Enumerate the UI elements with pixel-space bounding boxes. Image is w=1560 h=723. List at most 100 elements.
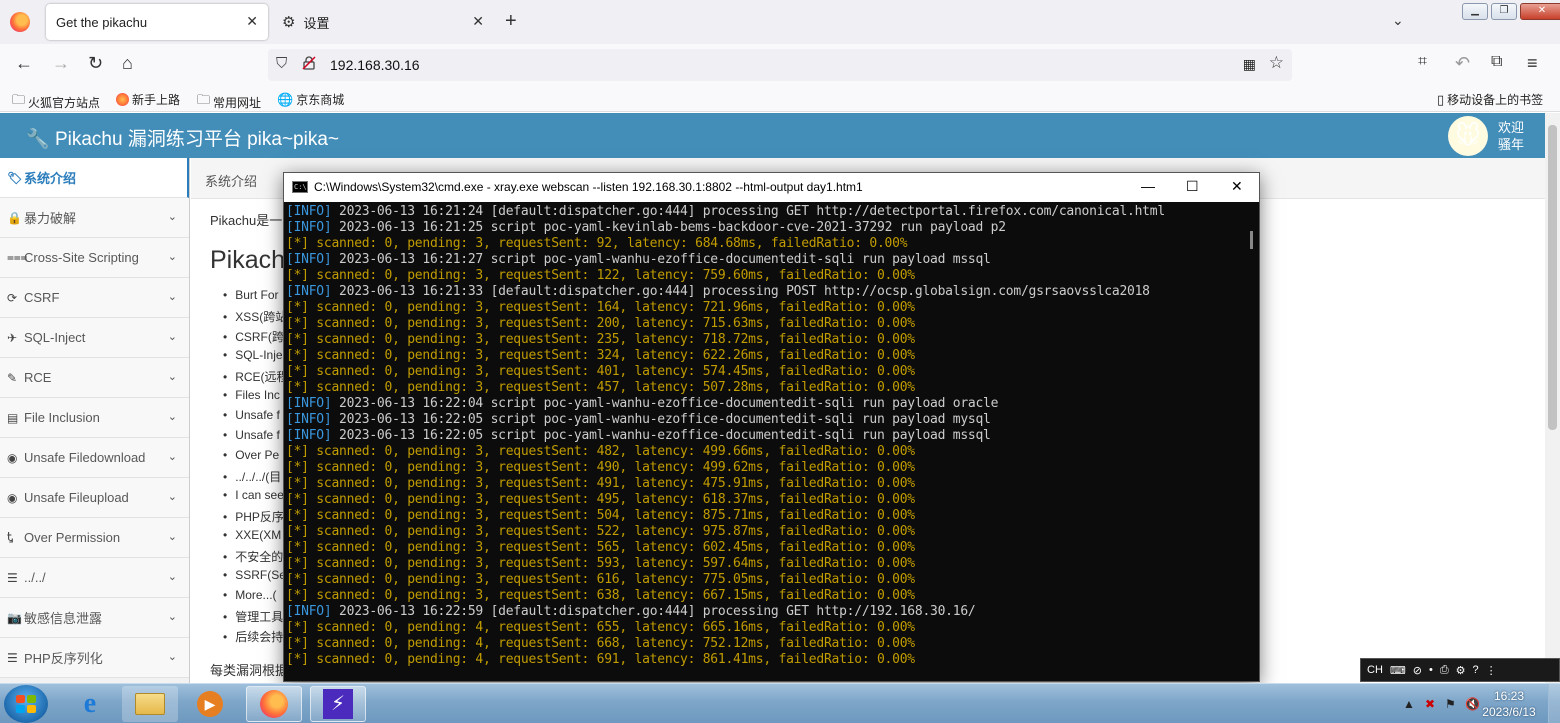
minimize-button[interactable]: —	[1141, 178, 1155, 194]
close-button[interactable]: ✕	[1231, 178, 1243, 195]
sidebar-item-file-inclusion[interactable]: ▤ File Inclusion ⌄	[0, 398, 189, 438]
language-bar[interactable]: CH ⌨ ⊘ • ⎙ ⚙ ? ⋮	[1360, 658, 1560, 682]
undo-icon[interactable]: ↶	[1455, 53, 1470, 74]
user-welcome[interactable]: 欢迎 骚年	[1498, 119, 1524, 153]
star-icon[interactable]: ☆	[1269, 53, 1284, 73]
qr-code-icon[interactable]: ▦	[1243, 56, 1256, 73]
forward-icon[interactable]: →	[52, 53, 70, 74]
tab-label: 设置	[303, 15, 330, 31]
shield-icon[interactable]: ⛉	[276, 55, 287, 72]
welcome-text: 欢迎	[1498, 120, 1525, 135]
log-message: scanned: 0, pending: 3, requestSent: 200…	[308, 316, 915, 331]
home-icon[interactable]: ⌂	[122, 53, 133, 74]
options-icon[interactable]: ⋮	[1486, 664, 1497, 677]
sidebar-item-rce[interactable]: ✎ RCE ⌄	[0, 358, 189, 398]
sidebar-item-php-unserialize[interactable]: ☰ PHP反序列化 ⌄	[0, 638, 189, 678]
breadcrumb-item[interactable]: 系统介绍	[205, 171, 257, 190]
scrollbar-thumb[interactable]	[1548, 125, 1557, 430]
no-symbol-icon[interactable]: ⊘	[1413, 664, 1422, 677]
language-indicator[interactable]: CH	[1367, 664, 1383, 676]
keyboard-icon[interactable]: ⎙	[1440, 664, 1449, 677]
settings-icon[interactable]: ⚙	[1456, 664, 1466, 677]
cmd-scrollbar[interactable]	[1245, 203, 1259, 681]
bookmark-label: 火狐官方站点	[28, 95, 101, 110]
log-message: scanned: 0, pending: 4, requestSent: 655…	[308, 620, 915, 635]
extensions-icon[interactable]: ⧉	[1491, 53, 1502, 71]
page-scrollbar[interactable]	[1545, 113, 1560, 683]
action-center-icon[interactable]: ⚑	[1445, 697, 1456, 711]
media-player-icon[interactable]: ▶	[182, 686, 238, 722]
address-bar[interactable]: ⛉ 192.168.30.16 ▦ ☆	[268, 49, 1292, 81]
console-line: [*] scanned: 0, pending: 3, requestSent:…	[286, 556, 1244, 572]
window-close-button[interactable]: ✕	[1520, 3, 1560, 20]
insecure-lock-icon[interactable]	[302, 56, 316, 70]
site-brand[interactable]: 🔧 Pikachu 漏洞练习平台 pika~pika~	[26, 124, 339, 151]
avatar[interactable]: 🐭	[1448, 116, 1488, 156]
back-icon[interactable]: ←	[15, 53, 33, 74]
chevron-down-icon: ⌄	[167, 491, 177, 503]
mobile-icon: ▯	[1437, 91, 1445, 107]
sidebar-item-sql-inject[interactable]: ✈ SQL-Inject ⌄	[0, 318, 189, 358]
sidebar-item-xss[interactable]: ⩶ Cross-Site Scripting ⌄	[0, 238, 189, 278]
tab-get-the-pikachu[interactable]: Get the pikachu ✕	[46, 4, 268, 40]
explorer-icon[interactable]	[122, 686, 178, 722]
close-icon[interactable]: ✕	[472, 13, 484, 30]
cmd-title: C:\Windows\System32\cmd.exe - xray.exe w…	[314, 180, 863, 194]
clock[interactable]: 16:23 2023/6/13	[1478, 688, 1540, 720]
list-item: 不安全的	[223, 548, 289, 568]
log-level-tag: [*]	[286, 332, 309, 347]
maximize-button[interactable]: ☐	[1186, 178, 1199, 195]
bookmark-getting-started[interactable]: 新手上路	[116, 91, 180, 108]
cmd-title-bar[interactable]: C:\ C:\Windows\System32\cmd.exe - xray.e…	[284, 173, 1259, 202]
sidebar-item-label: 暴力破解	[24, 211, 77, 226]
cmd-taskbar-icon[interactable]: ⚡	[310, 686, 366, 722]
scrollbar-thumb[interactable]	[1250, 231, 1253, 249]
bookmark-folder-firefox[interactable]: 🗀 火狐官方站点	[12, 91, 100, 113]
log-level-tag: [INFO]	[286, 284, 332, 299]
help-icon[interactable]: ?	[1473, 664, 1479, 676]
minimize-button[interactable]: ▁	[1462, 3, 1488, 20]
sidebar-item-over-permission[interactable]: Ꮏ Over Permission ⌄	[0, 518, 189, 558]
nav-bar: ← → ↻ ⌂ ⛉ 192.168.30.16 ▦ ☆ ⌗ ↶ ⧉ ≡	[0, 44, 1560, 86]
sidebar-item-csrf[interactable]: ⟳ CSRF ⌄	[0, 278, 189, 318]
bookmark-jd[interactable]: 🌐 京东商城	[277, 91, 344, 108]
sidebar-item-dir-traversal[interactable]: ☰ ../../ ⌄	[0, 558, 189, 598]
sidebar-item-brute-force[interactable]: 🔒 暴力破解 ⌄	[0, 198, 189, 238]
close-icon[interactable]: ✕	[246, 13, 258, 30]
network-error-icon[interactable]: ✖	[1425, 697, 1435, 711]
firefox-taskbar-icon[interactable]	[246, 686, 302, 722]
log-message: 2023-06-13 16:22:04 script poc-yaml-wanh…	[331, 396, 999, 411]
console-line: [*] scanned: 0, pending: 3, requestSent:…	[286, 444, 1244, 460]
menu-icon[interactable]: ≡	[1527, 53, 1538, 74]
sidebar-item-label: RCE	[24, 370, 52, 385]
bookmark-folder-common[interactable]: 🗀 常用网址	[197, 91, 261, 113]
chevron-down-icon[interactable]: ⌄	[1392, 12, 1404, 29]
dot-icon[interactable]: •	[1429, 664, 1433, 676]
sidebar-item-unsafe-fileupload[interactable]: ◉ Unsafe Fileupload ⌄	[0, 478, 189, 518]
firefox-icon[interactable]	[10, 12, 30, 32]
bookmark-mobile[interactable]: ▯ 移动设备上的书签	[1437, 91, 1543, 108]
chevron-down-icon: ⌄	[167, 371, 177, 383]
sidebar-item-info-leak[interactable]: 📷 敏感信息泄露 ⌄	[0, 598, 189, 638]
reload-icon[interactable]: ↻	[88, 53, 103, 74]
log-level-tag: [*]	[286, 300, 309, 315]
cmd-window[interactable]: C:\ C:\Windows\System32\cmd.exe - xray.e…	[283, 172, 1260, 682]
ime-icon[interactable]: ⌨	[1390, 664, 1406, 677]
list-item: SQL-Inje	[223, 348, 289, 368]
new-tab-button[interactable]: +	[505, 10, 517, 33]
console-line: [*] scanned: 0, pending: 3, requestSent:…	[286, 316, 1244, 332]
firefox-icon	[116, 93, 129, 106]
show-desktop-button[interactable]	[1548, 684, 1560, 723]
tray-expand-icon[interactable]: ▲	[1403, 697, 1415, 711]
restore-button[interactable]: ❐	[1491, 3, 1517, 20]
ie-icon[interactable]: e	[62, 686, 118, 722]
sidebar-item-label: File Inclusion	[24, 410, 100, 425]
sidebar-item-label: Over Permission	[24, 530, 121, 545]
bookmarks-bar: 🗀 火狐官方站点 新手上路 🗀 常用网址 🌐 京东商城 ▯ 移动设备上的书签	[0, 86, 1560, 112]
sidebar-item-unsafe-filedownload[interactable]: ◉ Unsafe Filedownload ⌄	[0, 438, 189, 478]
camera-icon: 📷	[7, 610, 22, 625]
crop-icon[interactable]: ⌗	[1418, 53, 1427, 71]
start-button[interactable]	[4, 685, 48, 723]
tab-settings[interactable]: ⚙ 设置 ✕	[272, 4, 494, 40]
sidebar-item-intro[interactable]: 🏷 系统介绍	[0, 158, 189, 198]
